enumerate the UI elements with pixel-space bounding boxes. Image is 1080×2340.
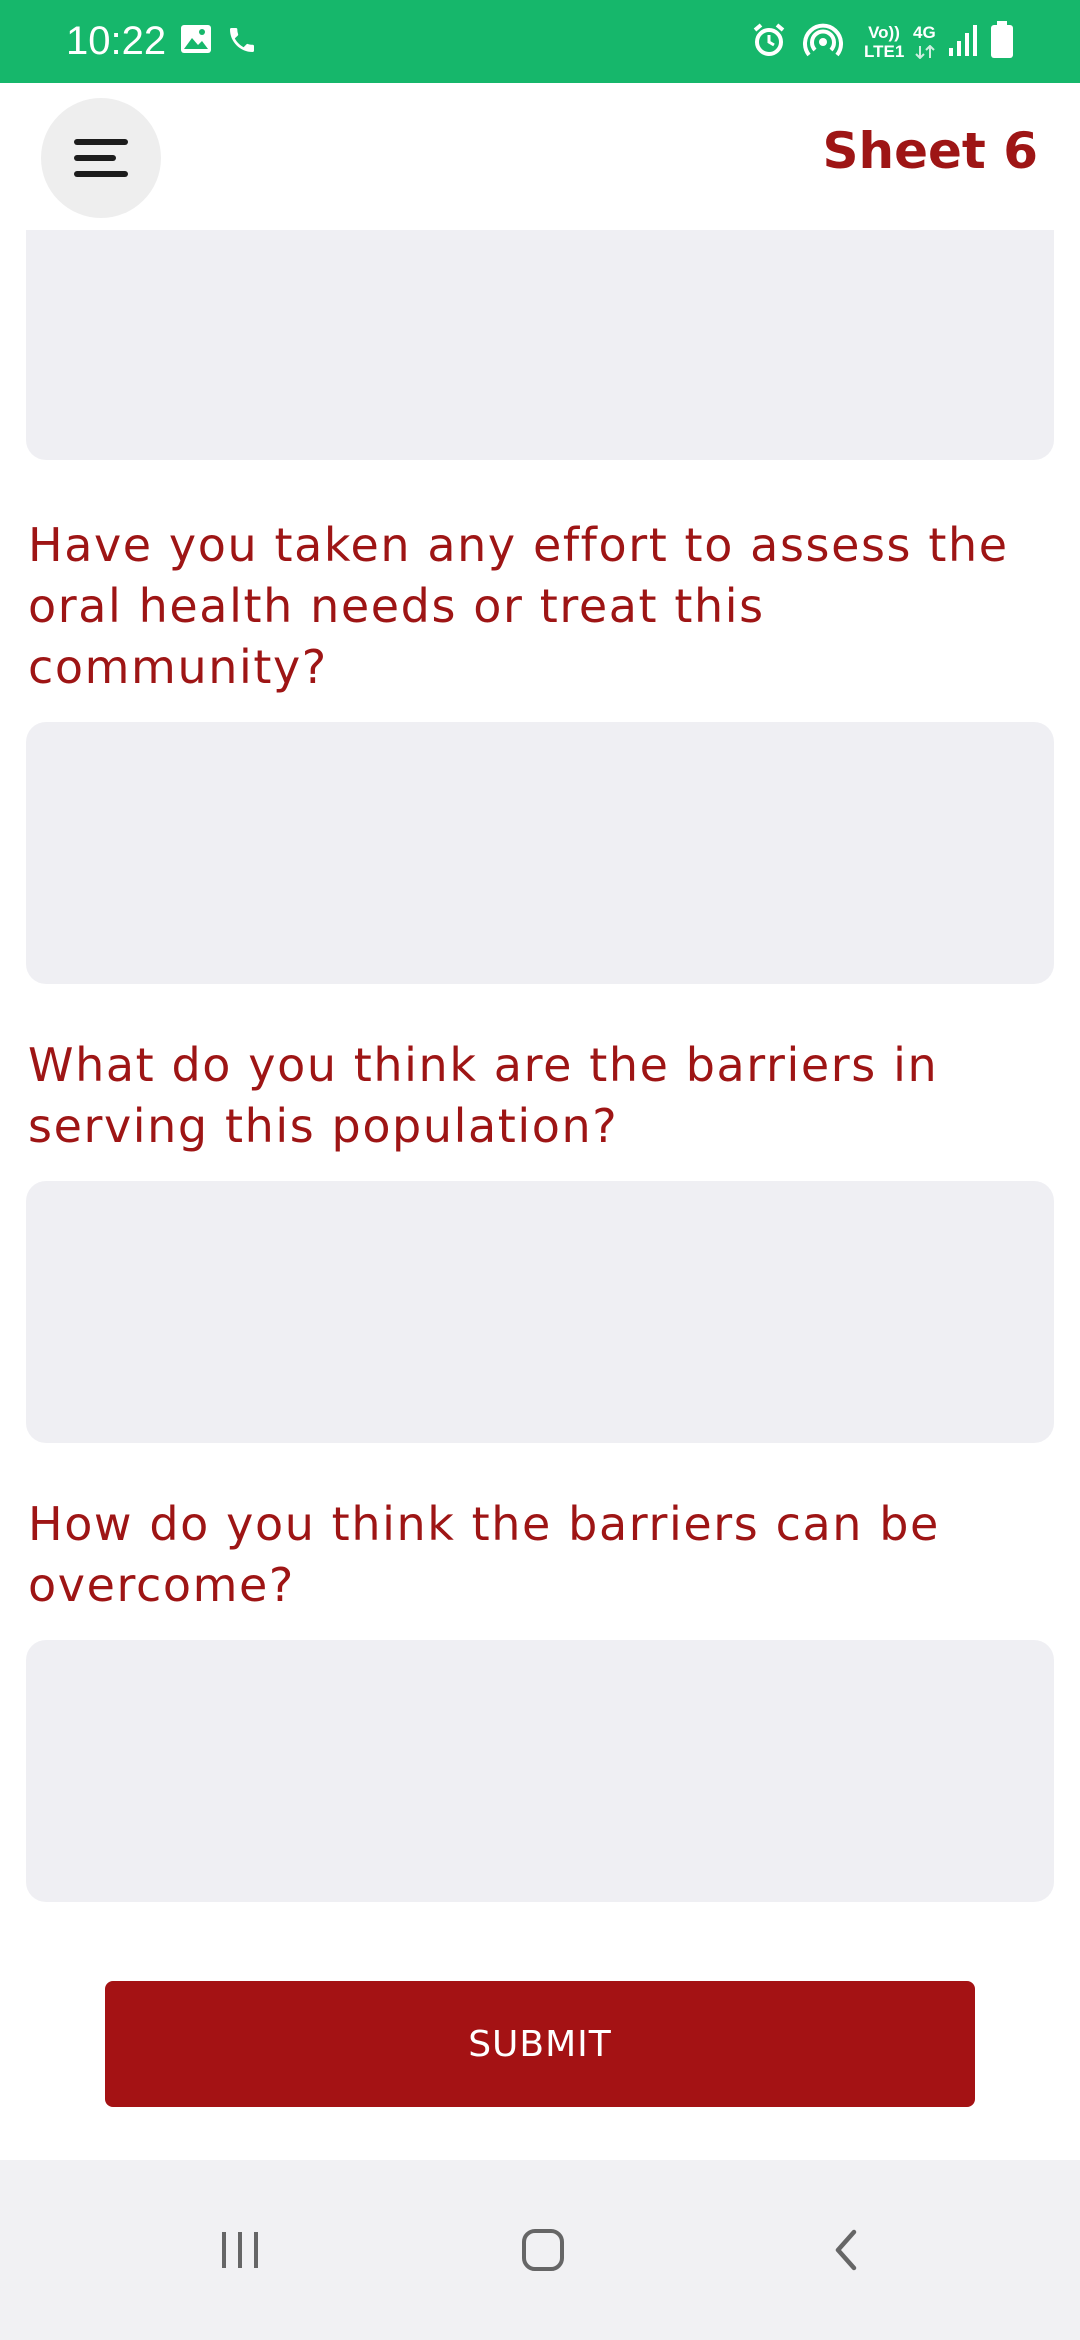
home-icon: [522, 2229, 564, 2271]
battery-icon: [990, 21, 1014, 63]
answer-field-1[interactable]: [26, 722, 1054, 984]
back-button[interactable]: [746, 2160, 946, 2340]
hotspot-icon: [803, 22, 843, 62]
page-title: Sheet 6: [822, 122, 1038, 180]
menu-button[interactable]: [41, 98, 161, 218]
hamburger-menu-icon: [74, 139, 128, 177]
status-bar: 10:22 Vo)) LTE1 4G: [0, 0, 1080, 83]
form-content[interactable]: Have you taken any effort to assess the …: [0, 230, 1080, 2160]
previous-answer-field[interactable]: [26, 230, 1054, 460]
status-time: 10:22: [66, 19, 167, 63]
submit-button[interactable]: SUBMIT: [105, 1981, 975, 2107]
back-icon: [835, 2229, 857, 2271]
system-nav-bar: [0, 2160, 1080, 2340]
answer-field-3[interactable]: [26, 1640, 1054, 1902]
alarm-icon: [752, 22, 786, 62]
volte-icon: Vo)) LTE1: [864, 24, 904, 60]
data-arrows-icon: [914, 44, 936, 63]
app-header: Sheet 6: [0, 83, 1080, 230]
phone-icon: [226, 24, 258, 60]
signal-icon: [948, 24, 980, 60]
question-label-3: How do you think the barriers can be ove…: [28, 1497, 940, 1612]
image-icon: [180, 24, 212, 58]
volte-bottom-label: LTE1: [864, 42, 905, 61]
network-type-label: 4G: [913, 23, 936, 42]
recent-apps-button[interactable]: [140, 2160, 340, 2340]
recent-apps-icon: [222, 2232, 258, 2268]
question-label-2: What do you think are the barriers in se…: [28, 1038, 939, 1153]
question-label-1: Have you taken any effort to assess the …: [28, 518, 1009, 694]
answer-field-2[interactable]: [26, 1181, 1054, 1443]
volte-top-label: Vo)): [868, 23, 900, 42]
home-button[interactable]: [443, 2160, 643, 2340]
